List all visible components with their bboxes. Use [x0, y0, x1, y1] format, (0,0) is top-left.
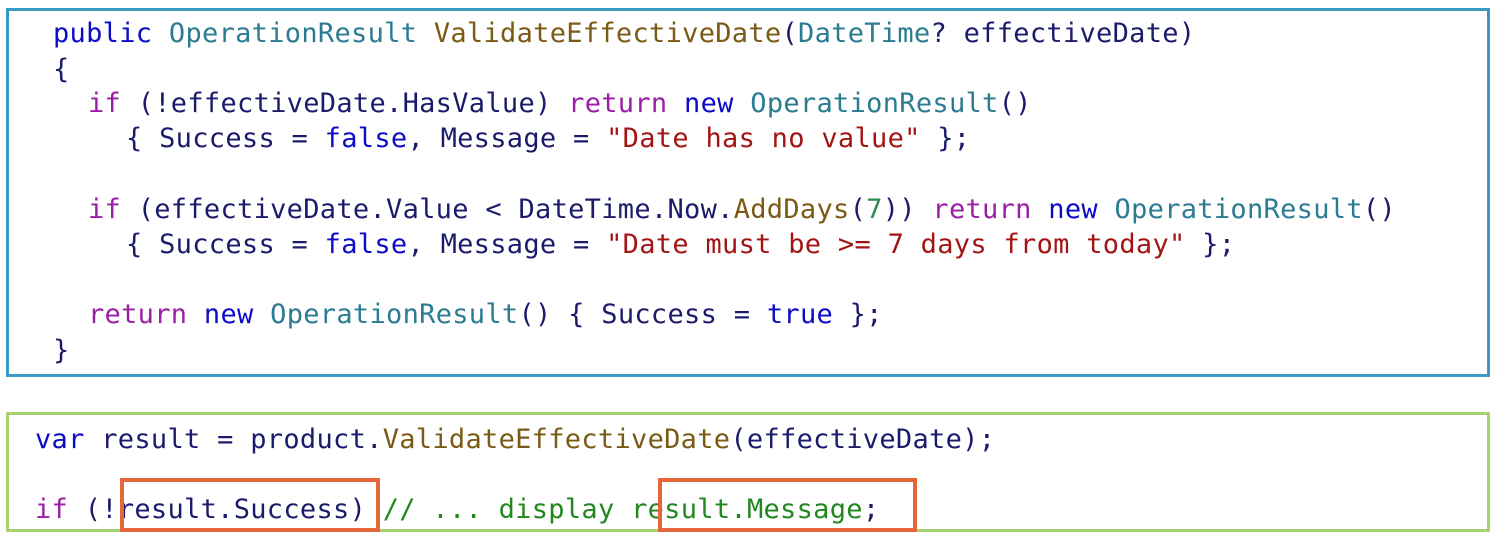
code-line-open-brace: { [53, 53, 70, 87]
usage-code-panel: var result = product.ValidateEffectiveDa… [6, 412, 1490, 532]
code-line-if-days: if (effectiveDate.Value < DateTime.Now.A… [88, 193, 1396, 227]
init-head: { Success = [126, 123, 325, 154]
string-literal: "Date has no value" [606, 123, 921, 154]
type-name: OperationResult [270, 299, 519, 330]
number-literal: 7 [866, 194, 883, 225]
type-name: OperationResult [1114, 194, 1363, 225]
kw-return: return [568, 88, 668, 119]
init-tail: }; [1185, 229, 1236, 260]
param-rest: ? effectiveDate) [930, 18, 1196, 49]
open-brace: { [53, 54, 70, 85]
kw-false: false [324, 229, 408, 260]
call-args: (effectiveDate); [730, 424, 996, 455]
paren: ( [781, 18, 799, 49]
highlight-box-result-success [120, 478, 380, 532]
code-comment: // ... display [382, 494, 615, 525]
assign-head: result = product. [101, 424, 383, 455]
parens: () [1362, 194, 1396, 225]
method-adddays: AddDays [733, 194, 850, 225]
kw-return: return [88, 299, 188, 330]
kw-return: return [932, 194, 1032, 225]
kw-new: new [1048, 194, 1098, 225]
kw-new: new [203, 299, 254, 330]
kw-new: new [684, 88, 734, 119]
string-literal: "Date must be >= 7 days from today" [606, 229, 1186, 260]
code-line-if-novalue: if (!effectiveDate.HasValue) return new … [88, 87, 1032, 121]
condition-a: (effectiveDate.Value < DateTime.Now. [137, 194, 734, 225]
parens: () [998, 88, 1032, 119]
condition: (!effectiveDate.HasValue) [137, 88, 552, 119]
kw-var: var [35, 424, 85, 455]
code-line-initializer-1: { Success = false, Message = "Date has n… [126, 122, 970, 156]
kw-if: if [35, 494, 69, 525]
code-line-return-success: return new OperationResult() { Success =… [88, 298, 883, 332]
init-mid: () { Success = [518, 299, 767, 330]
code-line-initializer-2: { Success = false, Message = "Date must … [126, 228, 1235, 262]
paren: ( [849, 194, 867, 225]
init-mid: , Message = [407, 229, 607, 260]
init-tail: }; [920, 123, 971, 154]
kw-if: if [88, 88, 122, 119]
return-type: OperationResult [168, 18, 418, 49]
code-line-var-result: var result = product.ValidateEffectiveDa… [35, 423, 995, 457]
init-mid: , Message = [407, 123, 607, 154]
condition-b: )) [882, 194, 916, 225]
init-tail: }; [833, 299, 883, 330]
param-type: DateTime [798, 18, 931, 49]
cond-head: (! [84, 494, 118, 525]
kw-public: public [53, 18, 153, 49]
method-name: ValidateEffectiveDate [382, 424, 731, 455]
type-name: OperationResult [750, 88, 999, 119]
code-line-signature: public OperationResult ValidateEffective… [53, 17, 1195, 51]
kw-false: false [324, 123, 408, 154]
method-code-panel: public OperationResult ValidateEffective… [6, 8, 1490, 377]
close-brace: } [53, 335, 70, 366]
highlight-box-result-message [658, 478, 917, 532]
kw-true: true [766, 299, 834, 330]
init-head: { Success = [126, 229, 325, 260]
kw-if: if [88, 194, 122, 225]
code-line-close-brace: } [53, 334, 70, 368]
method-name: ValidateEffectiveDate [433, 18, 782, 49]
